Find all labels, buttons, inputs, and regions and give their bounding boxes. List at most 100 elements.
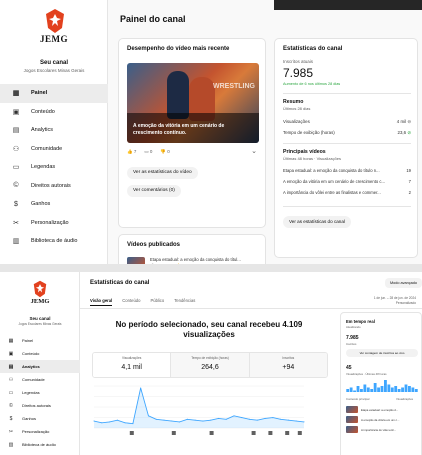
sidebar-item-ganhos[interactable]: $ Ganhos: [0, 412, 80, 425]
realtime-bar: [397, 389, 401, 392]
live-subscribers-button[interactable]: Ver contagem de inscritos ao vivo: [346, 349, 418, 357]
sidebar-item-label: Ganhos: [22, 416, 37, 421]
video-publish-marker[interactable]: [129, 431, 134, 435]
page-title: Painel do canal: [120, 14, 186, 24]
views-point[interactable]: [272, 417, 274, 419]
views-point[interactable]: [295, 420, 297, 422]
sidebar-item-comunidade[interactable]: ⚇ Comunidade: [0, 140, 108, 159]
video-publish-marker[interactable]: [209, 431, 214, 435]
views-point[interactable]: [264, 417, 266, 419]
published-video-row[interactable]: Etapa estadual: a emoção da conquista do…: [127, 257, 260, 264]
metric-watch-time[interactable]: Tempo de exibição (horas) 264,6: [171, 353, 250, 377]
chevron-down-icon[interactable]: ⌄: [251, 147, 257, 155]
views-point[interactable]: [225, 418, 227, 420]
sidebar-item-ganhos[interactable]: $ Ganhos: [0, 195, 108, 214]
video-publish-marker[interactable]: [297, 431, 302, 435]
views-point[interactable]: [249, 418, 251, 420]
sidebar-item-conteudo[interactable]: ▣ Conteúdo: [0, 347, 80, 360]
views-point[interactable]: [147, 415, 149, 417]
tab-trends[interactable]: Tendências: [174, 298, 195, 306]
views-point[interactable]: [109, 421, 111, 423]
sidebar-item-conteudo[interactable]: ▣ Conteúdo: [0, 103, 108, 122]
top-video-row[interactable]: Etapa estadual: a emoção da conquista do…: [283, 168, 411, 173]
top-video-row[interactable]: A importância do vôlei entre as finalist…: [283, 190, 411, 195]
top-screenshot: JEMG Seu canal Jogos Escolares Minas Ger…: [0, 0, 422, 264]
video-thumbnail[interactable]: WRESTLING A emoção da vitória em um cená…: [127, 63, 259, 143]
views-point[interactable]: [202, 420, 204, 422]
sidebar-item-painel[interactable]: ▦ Painel: [0, 84, 108, 103]
sidebar-item-label: Personalização: [22, 429, 50, 434]
realtime-bar: [404, 384, 408, 392]
views-point[interactable]: [210, 419, 212, 421]
video-publish-marker[interactable]: [251, 431, 256, 435]
views-point[interactable]: [179, 421, 181, 423]
subscribers-delta: Aumento de 6 nos últimos 28 dias: [283, 82, 341, 86]
comments-button[interactable]: Ver comentários (0): [127, 185, 181, 197]
views-point[interactable]: [124, 422, 126, 424]
views-point[interactable]: [303, 421, 305, 423]
video-stats-button[interactable]: Ver as estatísticas do vídeo: [127, 167, 198, 179]
video-publish-marker[interactable]: [171, 431, 176, 435]
video-publish-marker[interactable]: [285, 431, 290, 435]
realtime-video-row[interactable]: Etapa estadual: a emoção d...: [346, 406, 398, 413]
video-thumbnail: [346, 406, 358, 413]
views-row: Visualizações 4 mil ⊖: [283, 119, 411, 124]
sidebar-item-biblioteca[interactable]: ▥ Biblioteca de áudio: [0, 438, 80, 451]
views-point[interactable]: [93, 420, 95, 422]
views-point[interactable]: [287, 419, 289, 421]
sidebar-item-analytics[interactable]: ▤ Analytics: [0, 360, 80, 373]
top-video-row[interactable]: A emoção da vitória em um cenário de cre…: [283, 179, 411, 184]
views-point[interactable]: [241, 417, 243, 419]
sidebar-item-label: Comunidade: [31, 145, 63, 152]
views-point[interactable]: [233, 415, 235, 417]
sidebar-item-legendas[interactable]: ▭ Legendas: [0, 386, 80, 399]
channel-stats-button[interactable]: Ver as estatísticas do canal: [283, 216, 351, 228]
metric-views[interactable]: Visualizações 4,1 mil: [93, 353, 172, 377]
views-point[interactable]: [186, 418, 188, 420]
sidebar-item-personalizacao[interactable]: ✂ Personalização: [0, 214, 108, 233]
sidebar-item-comunidade[interactable]: ⚇ Comunidade: [0, 373, 80, 386]
realtime-bar: [346, 389, 350, 392]
sidebar-item-legendas[interactable]: ▭ Legendas: [0, 158, 108, 177]
views-point[interactable]: [155, 418, 157, 420]
views-point[interactable]: [101, 422, 103, 424]
sidebar-item-label: Personalização: [31, 219, 69, 226]
views-point[interactable]: [116, 419, 118, 421]
dislike-count: 👎 0: [160, 149, 170, 154]
sidebar-item-direitos[interactable]: © Direitos autorais: [0, 399, 80, 412]
realtime-bar: [390, 387, 394, 392]
views-point[interactable]: [256, 419, 258, 421]
metric-subscribers[interactable]: Inscritos +94: [249, 353, 327, 377]
date-range-selector[interactable]: 1 de jun. – 28 de jun. de 2024 Personali…: [374, 296, 416, 305]
views-point[interactable]: [194, 419, 196, 421]
realtime-subscribers-label: Inscritos: [346, 342, 357, 346]
views-point[interactable]: [280, 418, 282, 420]
video-publish-marker[interactable]: [268, 431, 273, 435]
views-point[interactable]: [171, 420, 173, 422]
tab-audience[interactable]: Público: [150, 298, 164, 306]
advanced-mode-button[interactable]: Modo avançado: [384, 278, 422, 288]
tab-overview[interactable]: Visão geral: [90, 298, 113, 306]
content-icon: ▣: [12, 108, 20, 116]
sidebar-item-personalizacao[interactable]: ✂ Personalização: [0, 425, 80, 438]
brand-name: JEMG: [30, 298, 50, 305]
sidebar-item-biblioteca[interactable]: ▥ Biblioteca de áudio: [0, 232, 108, 251]
channel-name: Seu canal: [39, 60, 68, 66]
video-thumbnail: [346, 426, 358, 433]
views-point[interactable]: [217, 417, 219, 419]
summary-heading: Resumo: [283, 99, 304, 105]
realtime-video-row[interactable]: A emoção da vitória em um c...: [346, 416, 399, 423]
video-stats: 👍 7 ▭ 0 👎 0: [127, 149, 170, 155]
views-point[interactable]: [132, 423, 134, 425]
tab-content[interactable]: Conteúdo: [122, 298, 140, 306]
main-content: Painel do canal Desempenho do vídeo mais…: [108, 0, 422, 264]
video-title: Etapa estadual: a emoção d...: [361, 407, 399, 412]
realtime-bar: [377, 387, 380, 392]
sidebar-item-direitos[interactable]: © Direitos autorais: [0, 177, 108, 196]
realtime-bar: [408, 386, 411, 392]
sidebar-item-analytics[interactable]: ▤ Analytics: [0, 121, 108, 140]
views-point[interactable]: [140, 387, 142, 389]
realtime-video-row[interactable]: A importância do vôlei entr...: [346, 426, 396, 433]
sidebar-item-painel[interactable]: ▦ Painel: [0, 334, 80, 347]
views-point[interactable]: [163, 419, 165, 421]
